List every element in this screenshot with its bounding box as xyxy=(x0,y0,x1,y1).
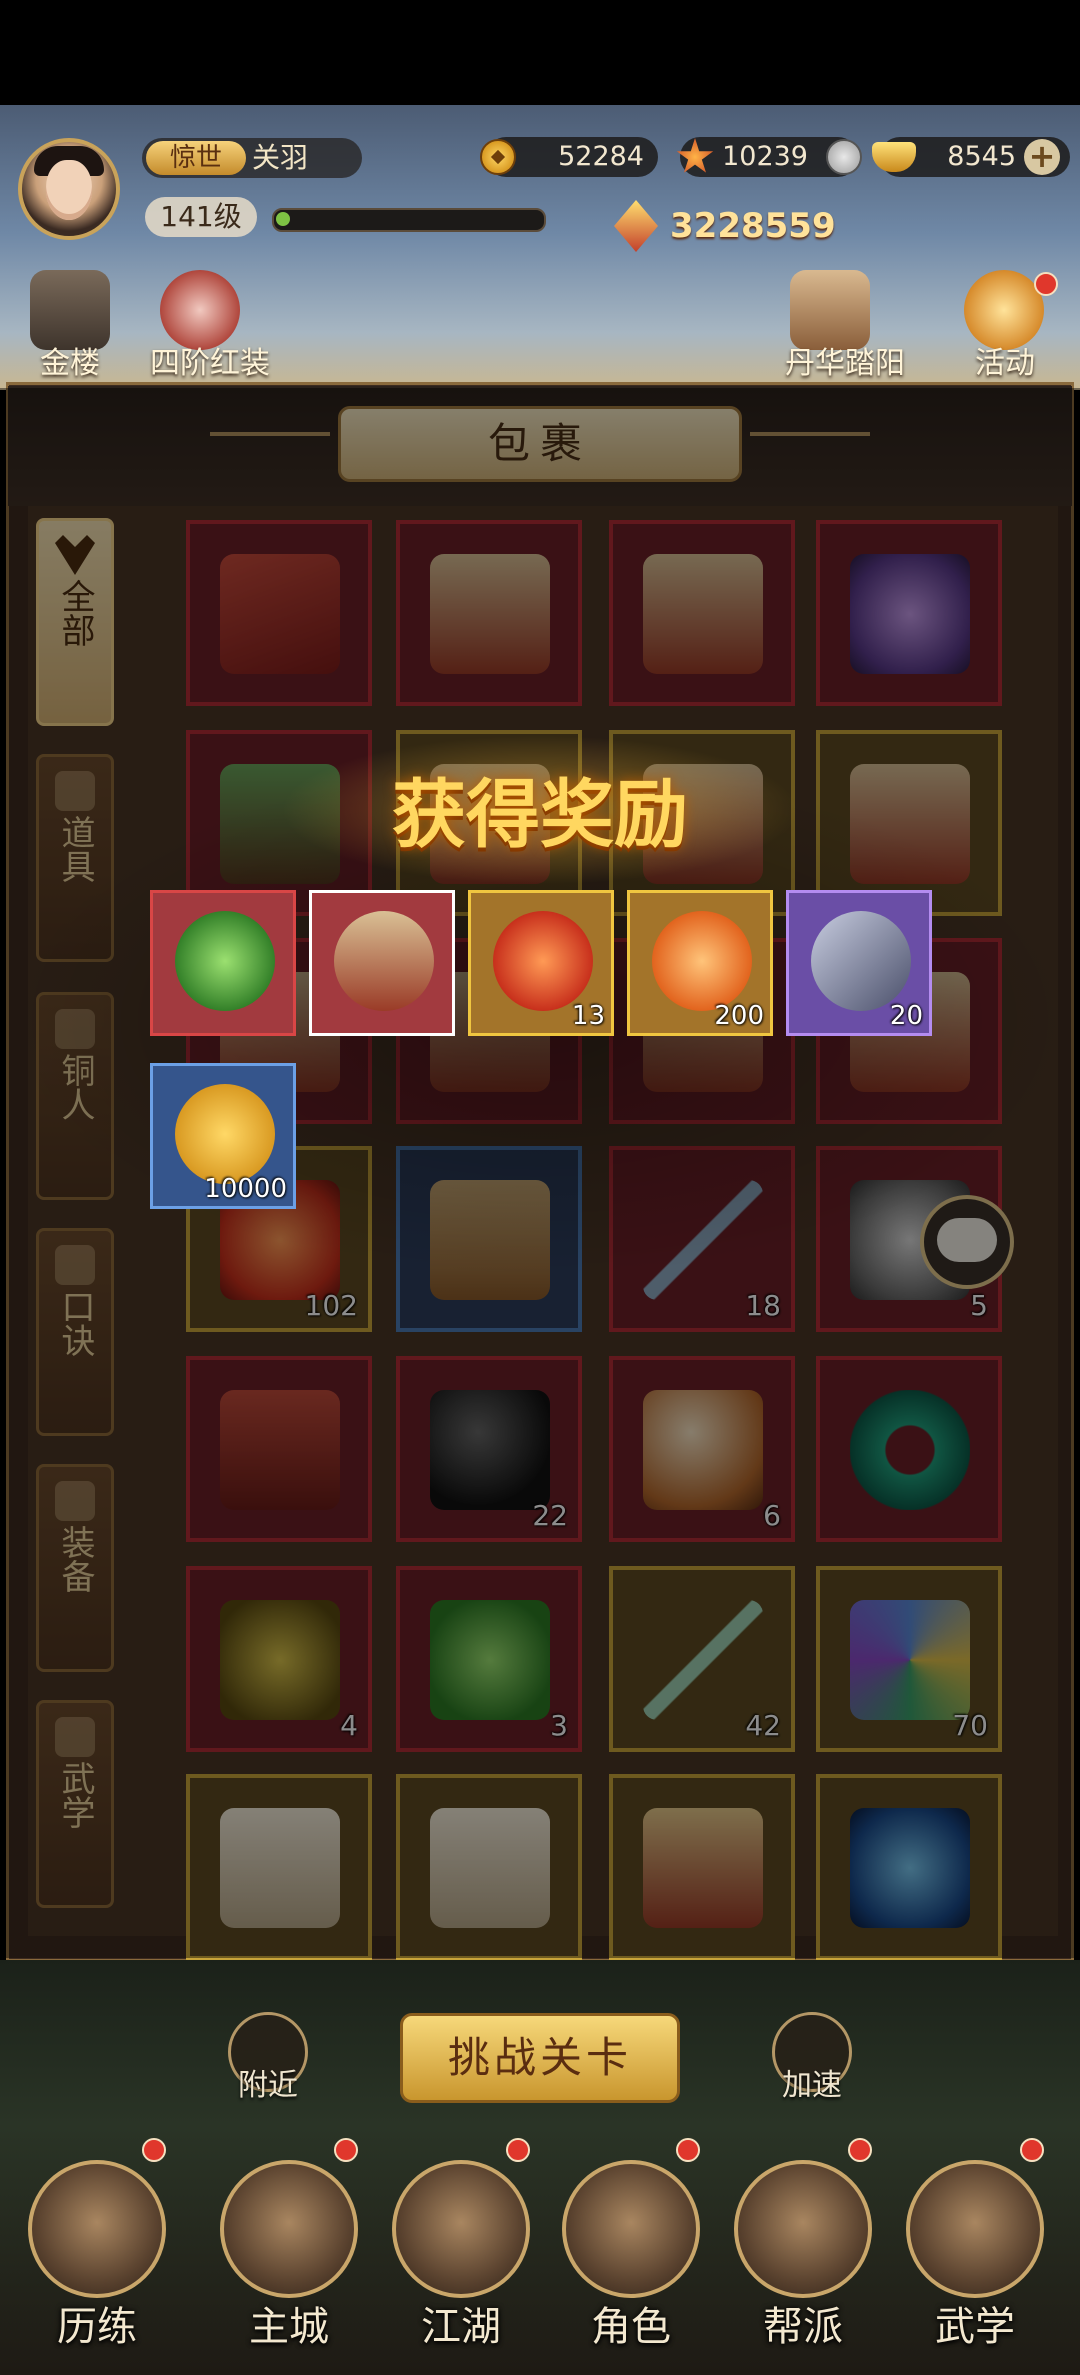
nav-label: 帮派 xyxy=(763,2304,843,2350)
reward-item-iron-ore[interactable]: 20 xyxy=(786,890,932,1036)
player-name: 关羽 xyxy=(252,141,309,174)
nav-label: 武学 xyxy=(935,2304,1015,2350)
nav-label: 角色 xyxy=(591,2304,671,2350)
reward-count: 200 xyxy=(714,1001,764,1031)
jianghu-icon[interactable] xyxy=(392,2160,530,2298)
event-banner-icon[interactable] xyxy=(790,270,870,350)
character-icon[interactable] xyxy=(562,2160,700,2298)
nav-notification-dot xyxy=(506,2138,530,2162)
reward-count: 20 xyxy=(889,1001,923,1031)
nav-label: 江湖 xyxy=(421,2304,501,2350)
reward-item-copper-coin[interactable]: 10000 xyxy=(150,1063,296,1209)
activity-notification-dot xyxy=(1034,272,1058,296)
reward-item-peerless-manual-box[interactable] xyxy=(309,890,455,1036)
gold-tower-label: 金楼 xyxy=(40,346,100,381)
copper-coin-icon xyxy=(175,1084,275,1184)
training-icon[interactable] xyxy=(28,2160,166,2298)
activity-icon[interactable] xyxy=(964,270,1044,350)
peerless-manual-box-icon xyxy=(334,911,434,1011)
player-level: 141级 xyxy=(145,197,257,237)
rank-badge: 惊世 xyxy=(146,141,246,175)
guild-icon[interactable] xyxy=(734,2160,872,2298)
event-banner-label: 丹华踏阳 xyxy=(785,346,905,381)
nav-notification-dot xyxy=(848,2138,872,2162)
reward-item-martial-jade[interactable] xyxy=(150,890,296,1036)
nav-notification-dot xyxy=(1020,2138,1044,2162)
reward-count: 13 xyxy=(571,1001,605,1031)
iron-ore-icon xyxy=(811,911,911,1011)
copper-coin-value: 52284 xyxy=(558,141,644,172)
activity-label: 活动 xyxy=(975,346,1035,381)
copper-coin-icon xyxy=(480,139,516,175)
red-equipment-icon[interactable] xyxy=(160,270,240,350)
exp-bar-fill xyxy=(276,212,290,226)
nav-notification-dot xyxy=(142,2138,166,2162)
combat-power-value: 3228559 xyxy=(670,206,836,246)
lotus-medallion-icon xyxy=(652,911,752,1011)
nav-label: 历练 xyxy=(57,2304,137,2350)
red-equipment-label: 四阶红装 xyxy=(150,346,270,381)
nav-notification-dot xyxy=(334,2138,358,2162)
gold-tower-icon[interactable] xyxy=(30,270,110,350)
exp-bar xyxy=(272,208,546,232)
martial-scroll-icon[interactable] xyxy=(906,2160,1044,2298)
gold-ingot-value: 8545 xyxy=(947,141,1016,172)
martial-jade-icon xyxy=(175,911,275,1011)
nearby-label: 附近 xyxy=(238,2068,298,2103)
reward-count: 10000 xyxy=(204,1174,287,1204)
reward-title: 获得奖励 xyxy=(392,772,688,858)
speedup-label: 加速 xyxy=(782,2068,842,2103)
reward-item-red-lantern[interactable]: 13 xyxy=(468,890,614,1036)
avatar-face xyxy=(46,160,92,220)
reward-item-lotus-medallion[interactable]: 200 xyxy=(627,890,773,1036)
spirit-gem-value: 10239 xyxy=(722,141,808,172)
red-lantern-icon xyxy=(493,911,593,1011)
nav-label: 主城 xyxy=(249,2304,329,2350)
challenge-stage-button[interactable]: 挑战关卡 xyxy=(400,2013,680,2103)
main-city-icon[interactable] xyxy=(220,2160,358,2298)
nav-notification-dot xyxy=(676,2138,700,2162)
add-gold-button[interactable]: + xyxy=(1024,139,1060,175)
silver-plate-icon xyxy=(826,139,862,175)
